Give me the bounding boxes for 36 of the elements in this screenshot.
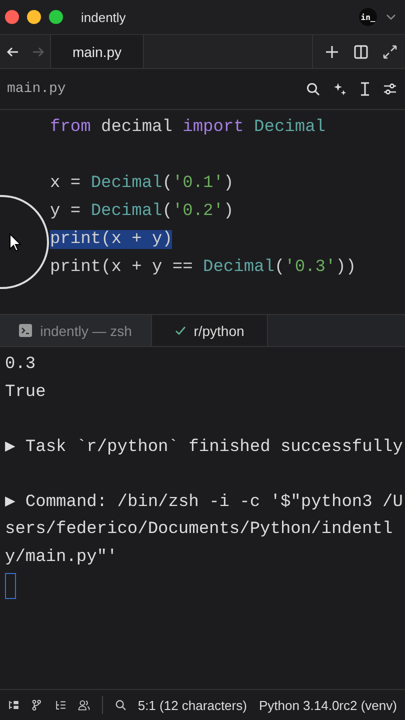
back-icon[interactable] — [6, 44, 20, 58]
terminal-output-line: True — [5, 382, 47, 404]
check-icon — [174, 325, 186, 336]
python-interpreter[interactable]: Python 3.14.0rc2 (venv) — [258, 698, 397, 712]
plus-icon[interactable] — [325, 44, 339, 58]
code-line: x = Decimal('0.1') — [50, 174, 234, 193]
window-title: indently — [81, 10, 127, 24]
code-line: y = Decimal('0.2') — [50, 202, 234, 221]
terminal-tab[interactable]: indently — zsh — [0, 315, 152, 346]
git-branch-icon[interactable] — [31, 698, 42, 712]
search-icon[interactable] — [114, 698, 126, 712]
terminal-output-line: ▶ Command: /bin/zsh -i -c '$"python3 /Users/federico/Documents/Python/indently/main.py"' — [5, 492, 404, 568]
sliders-icon[interactable] — [383, 82, 397, 96]
terminal-output-line: 0.3 — [5, 354, 37, 376]
account-avatar[interactable]: in_ — [359, 8, 377, 26]
sparkle-icon[interactable] — [333, 82, 347, 96]
outline-icon[interactable] — [54, 698, 66, 712]
panel-icon[interactable] — [8, 698, 20, 712]
editor-tab[interactable]: main.py — [50, 35, 144, 68]
terminal-cursor — [5, 573, 16, 599]
code-line: from decimal import Decimal — [50, 118, 326, 137]
expand-icon[interactable] — [383, 44, 397, 58]
terminal-icon — [19, 324, 32, 337]
people-icon[interactable] — [78, 698, 90, 712]
cursor-highlight-icon — [0, 192, 52, 292]
search-icon[interactable] — [306, 82, 320, 96]
terminal-tab[interactable]: r/python — [152, 315, 268, 346]
split-view-icon[interactable] — [354, 44, 368, 58]
cursor-position[interactable]: 5:1 (12 characters) — [138, 698, 247, 712]
minimize-button[interactable] — [27, 10, 41, 24]
maximize-button[interactable] — [49, 10, 63, 24]
terminal-output-line: ▶ Task `r/python` finished successfully — [5, 436, 404, 458]
file-name: main.py — [7, 81, 66, 97]
code-line: print(x + y == Decimal('0.3')) — [50, 258, 356, 277]
text-cursor-icon[interactable] — [360, 82, 370, 96]
close-button[interactable] — [5, 10, 19, 24]
